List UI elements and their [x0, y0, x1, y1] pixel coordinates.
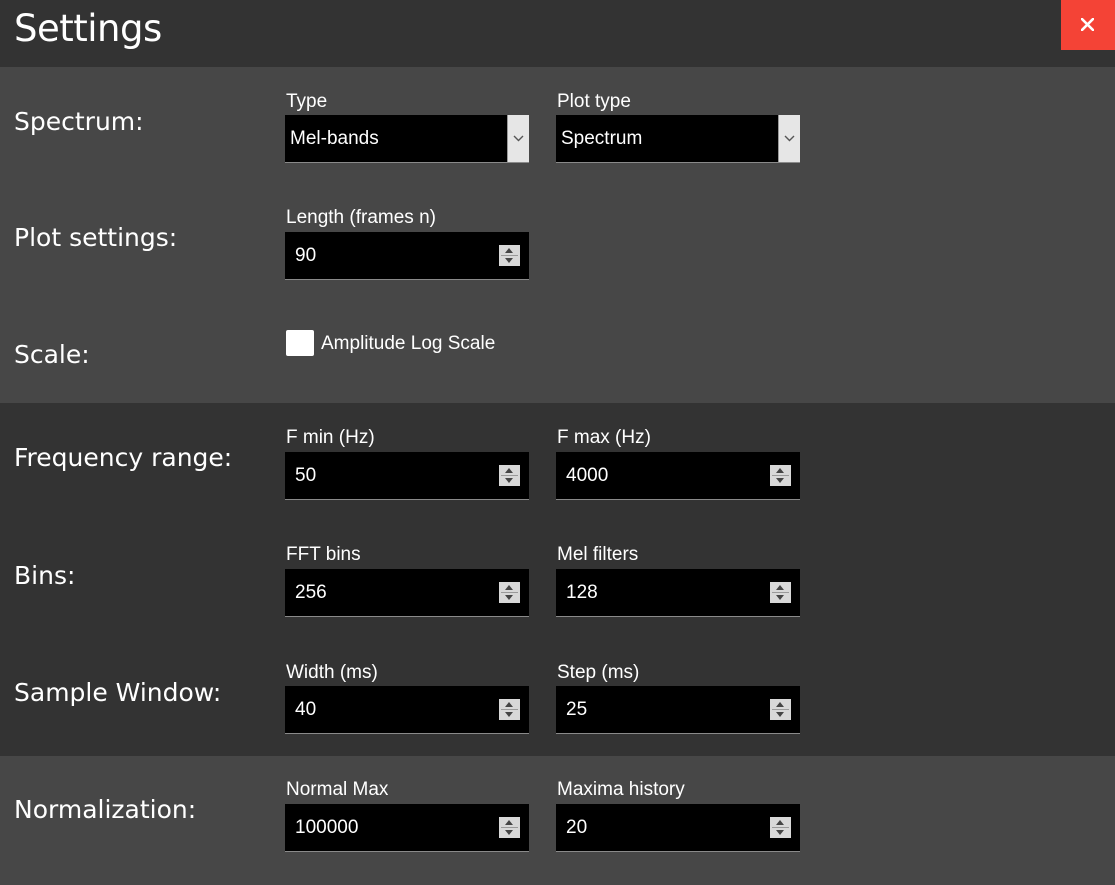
scale-label: Scale: — [14, 340, 90, 369]
amplitude-log-label[interactable]: Amplitude Log Scale — [321, 333, 495, 355]
plot-type-dropdown-button[interactable] — [778, 115, 800, 162]
fft-bins-input[interactable]: 256 — [285, 569, 529, 617]
step-spinner-icon[interactable] — [770, 699, 791, 720]
width-label: Width (ms) — [286, 662, 378, 683]
fmin-value: 50 — [295, 465, 317, 486]
maxima-history-label: Maxima history — [557, 779, 685, 800]
length-spinner-icon[interactable] — [499, 245, 520, 266]
type-dropdown-button[interactable] — [507, 115, 529, 162]
type-value: Mel-bands — [290, 128, 379, 149]
normal-max-input[interactable]: 100000 — [285, 804, 529, 852]
close-icon — [1081, 18, 1094, 31]
chevron-down-icon — [784, 135, 795, 142]
spectrum-label: Spectrum: — [14, 107, 144, 136]
normal-max-spinner-icon[interactable] — [499, 817, 520, 838]
mel-filters-spinner-icon[interactable] — [770, 582, 791, 603]
mel-filters-value: 128 — [566, 582, 598, 603]
fmin-input[interactable]: 50 — [285, 452, 529, 500]
title-bar: Settings — [0, 0, 1115, 67]
chevron-down-icon — [513, 135, 524, 142]
plot-type-select[interactable]: Spectrum — [556, 115, 800, 163]
fmax-spinner-icon[interactable] — [770, 465, 791, 486]
normalization-label: Normalization: — [14, 795, 197, 824]
normal-max-value: 100000 — [295, 817, 359, 838]
length-value: 90 — [295, 245, 317, 266]
mel-filters-label: Mel filters — [557, 544, 639, 565]
fmin-label: F min (Hz) — [286, 427, 375, 448]
sample-window-label: Sample Window: — [14, 678, 222, 707]
frequency-range-label: Frequency range: — [14, 443, 233, 472]
mel-filters-input[interactable]: 128 — [556, 569, 800, 617]
fmax-input[interactable]: 4000 — [556, 452, 800, 500]
type-label: Type — [286, 91, 328, 112]
maxima-history-value: 20 — [566, 817, 588, 838]
close-button[interactable] — [1061, 0, 1115, 50]
width-input[interactable]: 40 — [285, 686, 529, 734]
page-title: Settings — [14, 7, 162, 50]
length-input[interactable]: 90 — [285, 232, 529, 280]
plot-settings-label: Plot settings: — [14, 223, 178, 252]
fft-bins-value: 256 — [295, 582, 327, 603]
step-input[interactable]: 25 — [556, 686, 800, 734]
step-label: Step (ms) — [557, 662, 640, 683]
fmax-value: 4000 — [566, 465, 609, 486]
length-label: Length (frames n) — [286, 207, 436, 228]
fft-bins-label: FFT bins — [286, 544, 361, 565]
fmax-label: F max (Hz) — [557, 427, 651, 448]
bins-label: Bins: — [14, 561, 76, 590]
plot-type-label: Plot type — [557, 91, 631, 112]
fft-bins-spinner-icon[interactable] — [499, 582, 520, 603]
width-spinner-icon[interactable] — [499, 699, 520, 720]
plot-type-value: Spectrum — [561, 128, 643, 149]
width-value: 40 — [295, 699, 317, 720]
fmin-spinner-icon[interactable] — [499, 465, 520, 486]
maxima-history-spinner-icon[interactable] — [770, 817, 791, 838]
step-value: 25 — [566, 699, 588, 720]
amplitude-log-checkbox[interactable] — [286, 330, 314, 356]
maxima-history-input[interactable]: 20 — [556, 804, 800, 852]
normal-max-label: Normal Max — [286, 779, 389, 800]
type-select[interactable]: Mel-bands — [285, 115, 529, 163]
